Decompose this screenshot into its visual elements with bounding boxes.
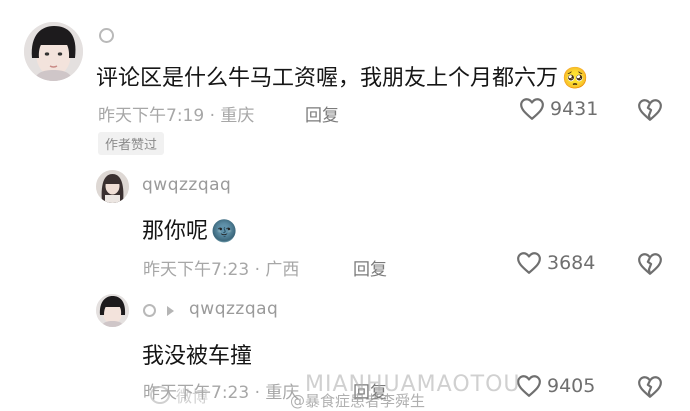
like-count: 3684 — [547, 252, 596, 274]
heart-outline-icon — [517, 252, 541, 274]
heart-outline-icon — [520, 98, 544, 120]
like-button[interactable]: 9405 — [516, 374, 595, 398]
new-moon-face-emoji-icon: 🌚 — [211, 219, 238, 243]
location: 重庆 — [220, 106, 255, 126]
timestamp: 昨天下午7:23 — [143, 260, 250, 280]
location: 广西 — [265, 260, 300, 280]
comment-body: 评论区是什么牛马工资喔，我朋友上个月都六万 — [96, 66, 559, 91]
watermark-handle: @暴食症患者李舜生 — [290, 392, 426, 410]
reply-to-username[interactable]: qwqzzqaq — [189, 299, 278, 319]
status-ring-icon — [143, 304, 156, 317]
comment-body: 那你呢 — [142, 219, 209, 244]
status-ring-icon — [99, 28, 114, 43]
reply-button[interactable]: 回复 — [353, 255, 387, 280]
comment-text: 那你呢 🌚 — [142, 213, 237, 245]
username[interactable]: qwqzzqaq — [142, 175, 231, 195]
watermark-site: 微博 — [176, 387, 209, 406]
author-liked-badge: 作者赞过 — [98, 132, 165, 155]
comment-body: 我没被车撞 — [142, 344, 253, 369]
dislike-button[interactable] — [637, 98, 663, 126]
weibo-logo-icon — [150, 386, 170, 404]
avatar[interactable] — [96, 294, 129, 327]
dislike-button[interactable] — [637, 252, 663, 280]
like-count: 9431 — [550, 98, 599, 120]
broken-heart-icon — [638, 376, 662, 398]
broken-heart-icon — [638, 253, 662, 275]
timestamp: 昨天下午7:19 — [98, 106, 205, 126]
pleading-emoji-icon: 🥺 — [562, 66, 589, 90]
comment-text: 评论区是什么牛马工资喔，我朋友上个月都六万 🥺 — [96, 60, 588, 92]
comment-meta: 昨天下午7:19 · 重庆 — [98, 106, 255, 126]
like-count: 9405 — [547, 375, 596, 397]
avatar[interactable] — [24, 22, 83, 81]
like-button[interactable]: 3684 — [516, 251, 595, 275]
play-arrow-icon — [167, 306, 174, 316]
avatar[interactable] — [96, 170, 129, 203]
weibo-watermark: 微博 — [150, 383, 208, 407]
like-button[interactable]: 9431 — [519, 97, 598, 121]
reply-button[interactable]: 回复 — [305, 101, 339, 126]
broken-heart-icon — [638, 99, 662, 121]
comment-meta: 昨天下午7:23 · 广西 — [143, 260, 300, 280]
dislike-button[interactable] — [637, 375, 663, 403]
